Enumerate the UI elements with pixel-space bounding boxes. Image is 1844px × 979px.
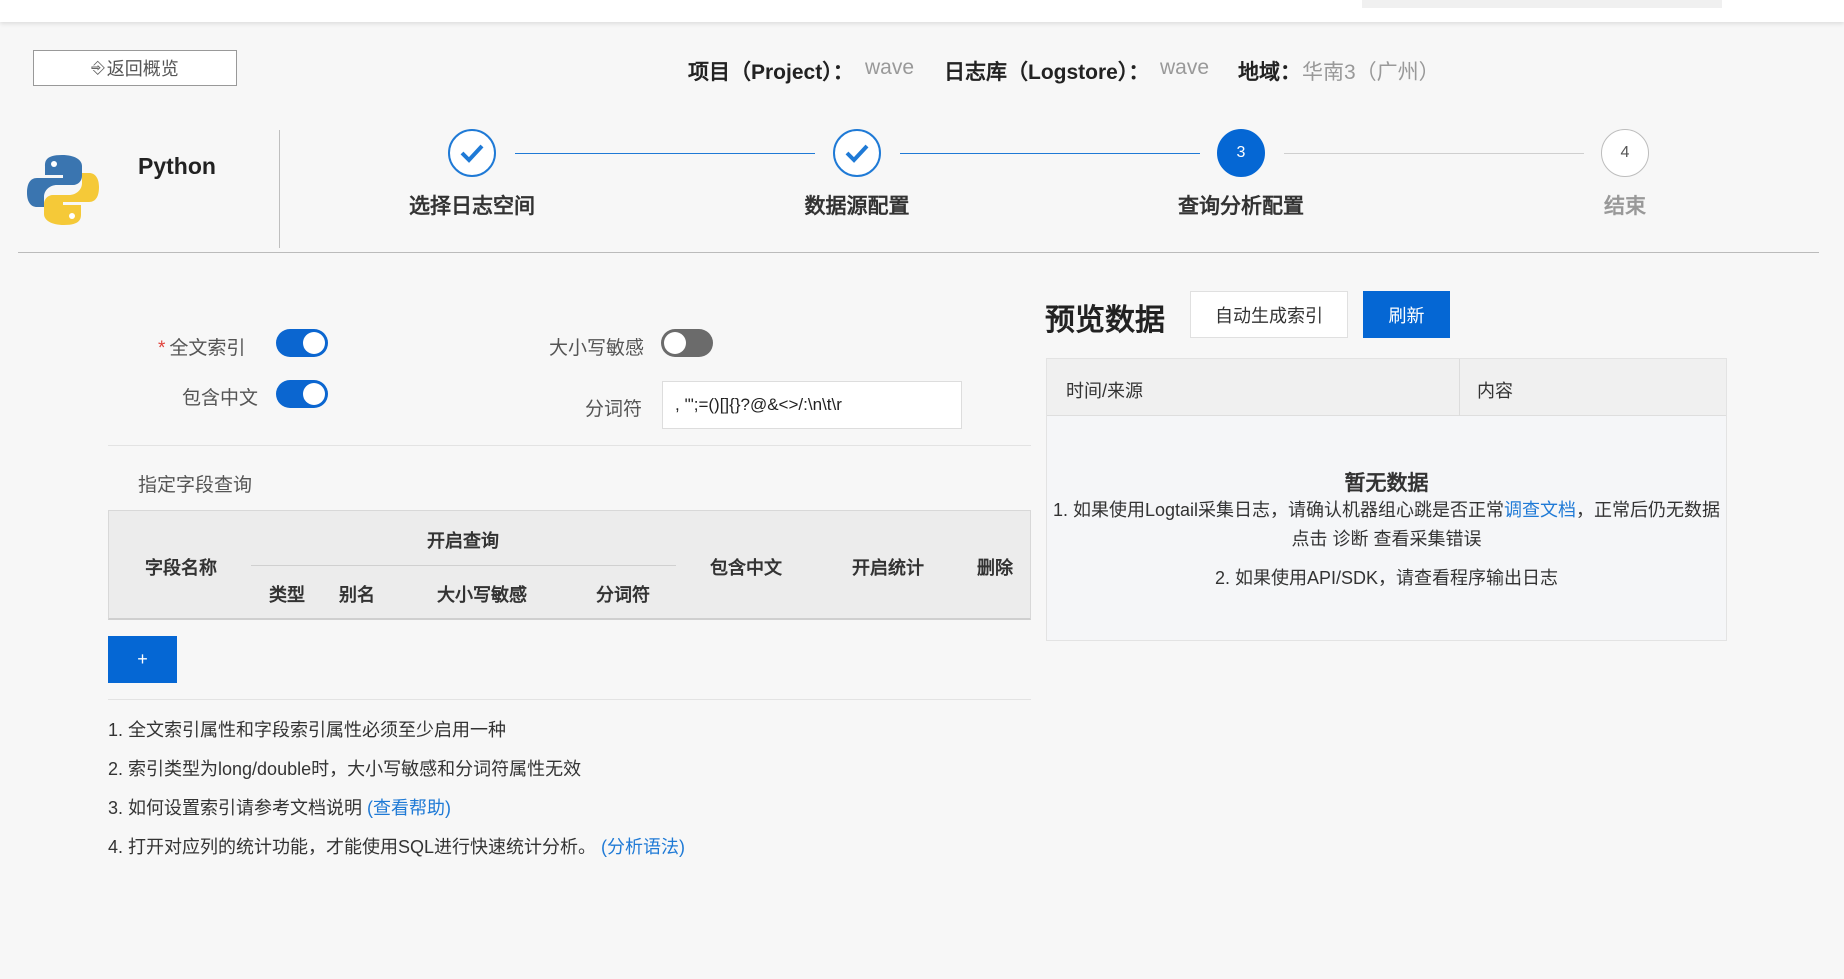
refresh-button[interactable]: 刷新	[1363, 291, 1450, 338]
top-search-stub[interactable]	[1362, 0, 1722, 8]
note-2-text: 2. 索引类型为long/double时，大小写敏感和分词符属性无效	[108, 759, 582, 779]
empty-line-1-text: 1. 如果使用Logtail采集日志，请确认机器组心跳是否正常	[1052, 500, 1505, 520]
required-mark: *	[158, 338, 166, 359]
case-sensitive-toggle[interactable]	[661, 329, 713, 357]
col-case-sensitive: 大小写敏感	[437, 585, 527, 605]
preview-title: 预览数据	[1045, 304, 1165, 337]
step-connector-2	[900, 153, 1200, 154]
logstore-value: wave	[1160, 56, 1210, 79]
step-3-circle: 3	[1217, 129, 1265, 177]
col-field-name: 字段名称	[145, 558, 217, 578]
vertical-divider	[279, 130, 280, 248]
col-include-chinese: 包含中文	[710, 558, 782, 578]
col-type: 类型	[269, 585, 305, 605]
field-query-title: 指定字段查询	[138, 475, 253, 496]
region-key: 地域：	[1238, 61, 1301, 84]
preview-table-header: 时间/来源 内容	[1047, 359, 1726, 416]
add-field-button[interactable]: +	[108, 636, 177, 683]
full-text-index-label: * 全文索引	[158, 333, 245, 360]
header-group-line	[251, 565, 676, 566]
note-4-text: 4. 打开对应列的统计功能，才能使用SQL进行快速统计分析。	[108, 837, 597, 857]
note-3-text: 3. 如何设置索引请参考文档说明	[108, 798, 363, 818]
step-3-label: 查询分析配置	[1178, 195, 1304, 218]
note-4: 4. 打开对应列的统计功能，才能使用SQL进行快速统计分析。 (分析语法)	[108, 833, 685, 859]
full-text-index-text: 全文索引	[169, 338, 246, 359]
section-divider	[108, 445, 1031, 446]
notes-divider	[108, 699, 1031, 700]
analysis-syntax-link[interactable]: (分析语法)	[601, 837, 685, 857]
col-content: 内容	[1477, 381, 1513, 401]
col-enable-query: 开启查询	[427, 531, 499, 551]
step-4-number: 4	[1620, 144, 1630, 161]
tokenizer-input[interactable]: , '";=()[]{}?@&<>/:\n\t\r	[662, 381, 962, 429]
column-separator	[1459, 359, 1460, 416]
auto-generate-index-button[interactable]: 自动生成索引	[1190, 291, 1348, 338]
empty-state-title: 暂无数据	[1344, 472, 1429, 495]
step-4-circle: 4	[1601, 129, 1649, 177]
project-info: 项目（Project）： wave 日志库（Logstore）： wave 地域…	[0, 56, 1844, 86]
check-icon	[460, 144, 484, 163]
col-tokenizer: 分词符	[596, 585, 650, 605]
note-3: 3. 如何设置索引请参考文档说明 (查看帮助)	[108, 794, 451, 820]
step-4-label: 结束	[1604, 195, 1646, 218]
tokenizer-label: 分词符	[585, 399, 643, 420]
case-sensitive-label: 大小写敏感	[549, 338, 645, 359]
col-delete: 删除	[977, 558, 1013, 578]
header-divider	[18, 252, 1819, 253]
check-icon	[845, 144, 869, 163]
full-text-index-toggle[interactable]	[276, 329, 328, 357]
investigate-docs-link[interactable]: 调查文档	[1504, 500, 1576, 520]
col-alias: 别名	[339, 585, 375, 605]
step-1-label: 选择日志空间	[409, 195, 535, 218]
toggle-knob	[303, 332, 325, 354]
python-logo	[27, 155, 99, 225]
field-index-table-header: 字段名称 开启查询 类型 别名 大小写敏感 分词符 包含中文 开启统计 删除	[108, 510, 1031, 620]
step-connector-1	[515, 153, 815, 154]
note-2: 2. 索引类型为long/double时，大小写敏感和分词符属性无效	[108, 755, 581, 781]
step-1-circle	[448, 129, 496, 177]
view-help-link[interactable]: (查看帮助)	[367, 798, 451, 818]
empty-state-line-1: 1. 如果使用Logtail采集日志，请确认机器组心跳是否正常调查文档，正常后仍…	[1047, 496, 1726, 522]
preview-table: 时间/来源 内容 暂无数据 1. 如果使用Logtail采集日志，请确认机器组心…	[1046, 358, 1727, 641]
note-1-text: 1. 全文索引属性和字段索引属性必须至少启用一种	[108, 720, 507, 740]
top-bar	[0, 0, 1844, 22]
col-enable-stats: 开启统计	[852, 558, 924, 578]
step-3-number: 3	[1236, 144, 1246, 161]
empty-state-line-3: 2. 如果使用API/SDK，请查看程序输出日志	[1214, 568, 1559, 588]
step-2-label: 数据源配置	[804, 195, 910, 218]
note-1: 1. 全文索引属性和字段索引属性必须至少启用一种	[108, 716, 506, 742]
region-value: 华南3（广州）	[1302, 61, 1440, 84]
include-chinese-toggle[interactable]	[276, 380, 328, 408]
project-value: wave	[865, 56, 915, 79]
toggle-knob	[303, 383, 325, 405]
include-chinese-label: 包含中文	[182, 388, 259, 409]
empty-state-line-2: 点击 诊断 查看采集错误	[1291, 529, 1482, 549]
project-key: 项目（Project）：	[688, 61, 854, 84]
empty-line-1-tail: ，正常后仍无数据	[1576, 500, 1721, 520]
col-time-source: 时间/来源	[1066, 381, 1144, 401]
toggle-knob	[664, 332, 686, 354]
logstore-key: 日志库（Logstore）：	[944, 61, 1150, 84]
source-name: Python	[138, 153, 216, 179]
step-connector-3	[1284, 153, 1584, 154]
step-2-circle	[833, 129, 881, 177]
